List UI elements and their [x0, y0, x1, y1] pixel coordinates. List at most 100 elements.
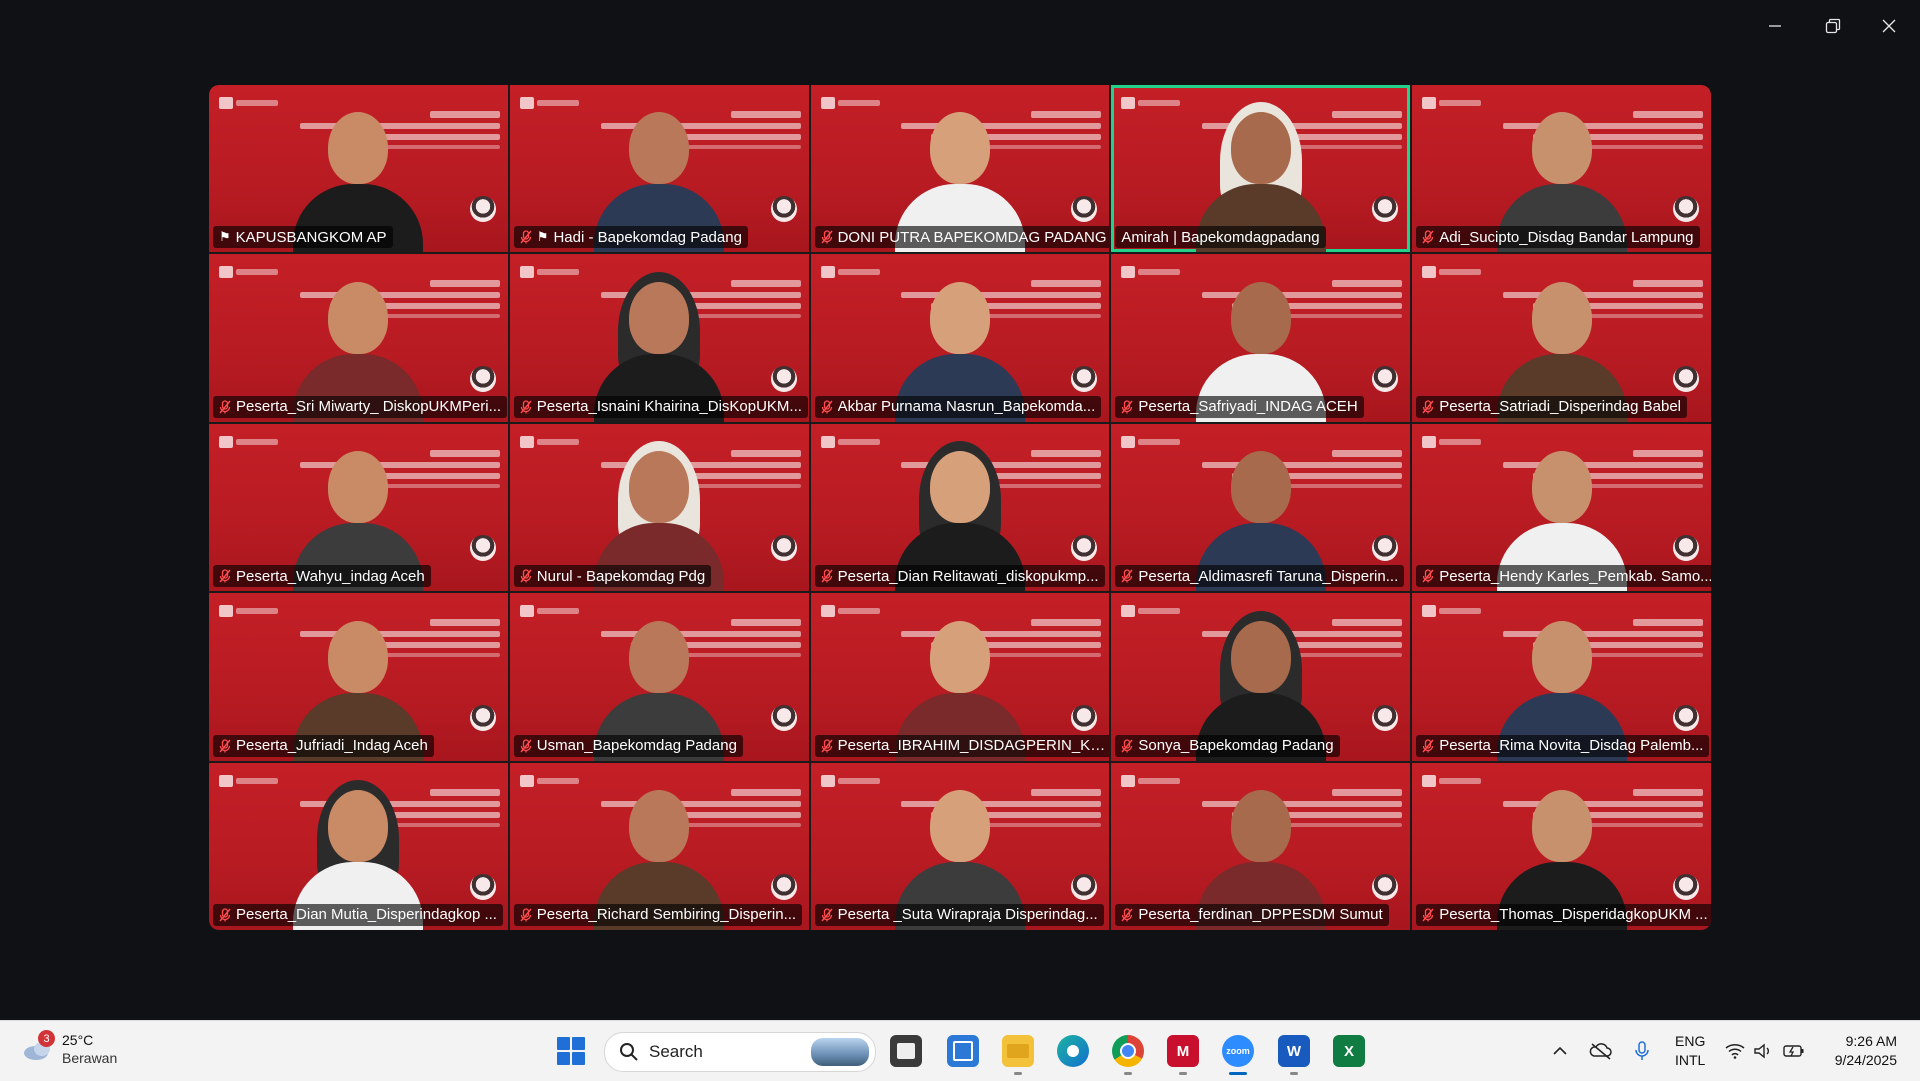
- participant-name: Peserta_Dian Relitawati_diskopukmp...: [837, 567, 1099, 585]
- participant-tile[interactable]: Peserta_Isnaini Khairina_DisKopUKM...: [509, 254, 809, 422]
- taskbar-app-file-manager[interactable]: [890, 1035, 922, 1067]
- participant-tile[interactable]: Peserta_Sri Miwarty_ DiskopUKMPeri...: [209, 254, 508, 422]
- participant-tile[interactable]: Amirah | Bapekomdagpadang: [1111, 85, 1411, 253]
- participant-tile[interactable]: Peserta_Wahyu_indag Aceh: [209, 423, 508, 592]
- mascot-icon: [1071, 196, 1098, 223]
- participant-name-bar: Peserta_Wahyu_indag Aceh: [213, 565, 431, 588]
- participant-tile[interactable]: Peserta_Safriyadi_INDAG ACEH: [1111, 254, 1411, 422]
- participant-name-bar: Sonya_Bapekomdag Padang: [1115, 734, 1340, 757]
- participant-name: Hadi - Bapekomdag Padang: [553, 228, 742, 246]
- participant-name: Usman_Bapekomdag Padang: [536, 737, 737, 755]
- participant-tile[interactable]: Akbar Purnama Nasrun_Bapekomda...: [810, 254, 1110, 422]
- close-button[interactable]: [1866, 8, 1912, 44]
- participant-tile[interactable]: Sonya_Bapekomdag Padang: [1111, 593, 1411, 761]
- mascot-icon: [1071, 704, 1098, 731]
- ministry-logo: [1422, 95, 1482, 111]
- show-hidden-icons-button[interactable]: [1548, 1035, 1572, 1067]
- mascot-icon: [770, 704, 797, 731]
- participant-name: Peserta_Satriadi_Disperindag Babel: [1439, 398, 1682, 416]
- mascot-icon: [1372, 196, 1399, 223]
- participant-tile[interactable]: Peserta_Richard Sembiring_Disperin...: [509, 762, 809, 930]
- mic-muted-icon: [520, 908, 532, 922]
- minimize-button[interactable]: [1752, 8, 1798, 44]
- ministry-logo: [820, 773, 881, 789]
- participant-tile[interactable]: Peserta_IBRAHIM_DISDAGPERIN_KA...: [810, 593, 1110, 761]
- participant-tile[interactable]: ⚑ KAPUSBANGKOM AP: [209, 85, 508, 253]
- mascot-icon: [1372, 873, 1399, 900]
- clock-date: 9/24/2025: [1834, 1052, 1897, 1068]
- taskbar-app-zoom[interactable]: zoom: [1222, 1035, 1254, 1075]
- ministry-logo: [820, 95, 881, 111]
- participant-name-bar: Peserta_Richard Sembiring_Disperin...: [513, 903, 803, 926]
- participant-tile[interactable]: Peserta_Thomas_DisperidagkopUKM ...: [1412, 762, 1711, 930]
- taskbar-app-excel[interactable]: X: [1333, 1035, 1365, 1067]
- participant-name: Peserta_Isnaini Khairina_DisKopUKM...: [536, 398, 802, 416]
- participant-name-bar: Peserta_Isnaini Khairina_DisKopUKM...: [513, 395, 808, 418]
- participant-tile[interactable]: ⚑ Hadi - Bapekomdag Padang: [509, 85, 809, 253]
- participant-tile[interactable]: Peserta_Aldimasrefi Taruna_Disperin...: [1111, 423, 1411, 592]
- participant-tile[interactable]: Peserta_Rima Novita_Disdag Palemb...: [1412, 593, 1711, 761]
- participant-tile[interactable]: Peserta_Hendy Karles_Pemkab. Samo...: [1412, 423, 1711, 592]
- microphone-in-use-button[interactable]: [1630, 1035, 1654, 1067]
- mascot-icon: [469, 873, 496, 900]
- taskbar-search[interactable]: Search: [604, 1032, 876, 1072]
- participant-name: Peserta_IBRAHIM_DISDAGPERIN_KA...: [837, 737, 1110, 755]
- onedrive-status-button[interactable]: [1587, 1035, 1615, 1067]
- store-icon: [953, 1041, 973, 1061]
- input-language-indicator[interactable]: ENG INTL: [1675, 1032, 1705, 1070]
- participant-tile[interactable]: Peserta_Dian Relitawati_diskopukmp...: [810, 423, 1110, 592]
- participant-tile[interactable]: Peserta _Suta Wirapraja Disperindag...: [810, 762, 1110, 930]
- participant-name: Peserta_Thomas_DisperidagkopUKM ...: [1439, 906, 1708, 924]
- taskbar: 3 25°C Berawan Search M zoom W X ENG INT…: [0, 1020, 1920, 1081]
- participant-name-bar: Adi_Sucipto_Disdag Bandar Lampung: [1416, 226, 1700, 249]
- participant-name-bar: Peserta_Dian Relitawati_diskopukmp...: [814, 565, 1105, 588]
- video-gallery: ⚑ KAPUSBANGKOM AP ⚑ Hadi - Bapekomdag Padan…: [209, 85, 1711, 930]
- network-button[interactable]: [1723, 1035, 1747, 1067]
- participant-tile[interactable]: Peserta_Dian Mutia_Disperindagkop ...: [209, 762, 508, 930]
- ministry-logo: [1121, 264, 1181, 280]
- participant-tile[interactable]: Peserta_Satriadi_Disperindag Babel: [1412, 254, 1711, 422]
- participant-tile[interactable]: DONI PUTRA BAPEKOMDAG PADANG: [810, 85, 1110, 253]
- participant-tile[interactable]: Peserta_ferdinan_DPPESDM Sumut: [1111, 762, 1411, 930]
- taskbar-app-mcafee[interactable]: M: [1167, 1035, 1199, 1075]
- start-button[interactable]: [557, 1037, 585, 1065]
- mic-muted-icon: [520, 400, 532, 414]
- mascot-icon: [1372, 535, 1399, 562]
- mic-muted-icon: [1422, 400, 1434, 414]
- weather-widget[interactable]: 3 25°C Berawan: [22, 1030, 117, 1067]
- minimize-icon: [1769, 25, 1781, 27]
- participant-name: Peserta_Safriyadi_INDAG ACEH: [1138, 398, 1358, 416]
- taskbar-app-edge[interactable]: [1057, 1035, 1089, 1067]
- participant-tile[interactable]: Adi_Sucipto_Disdag Bandar Lampung: [1412, 85, 1711, 253]
- ministry-logo: [219, 434, 279, 450]
- taskbar-app-store[interactable]: [947, 1035, 979, 1067]
- wifi-icon: [1725, 1044, 1745, 1059]
- mcafee-icon: M: [1176, 1042, 1190, 1060]
- ministry-logo: [1422, 264, 1482, 280]
- battery-button[interactable]: [1781, 1035, 1807, 1067]
- participant-tile[interactable]: Usman_Bapekomdag Padang: [509, 593, 809, 761]
- participant-tile[interactable]: Nurul - Bapekomdag Pdg: [509, 423, 809, 592]
- ministry-logo: [1121, 95, 1181, 111]
- chevron-up-icon: [1553, 1046, 1567, 1055]
- participant-name: Peserta_Aldimasrefi Taruna_Disperin...: [1138, 567, 1399, 585]
- ministry-logo: [219, 603, 279, 619]
- participant-name: Peserta_Sri Miwarty_ DiskopUKMPeri...: [236, 398, 502, 416]
- taskbar-app-word[interactable]: W: [1278, 1035, 1310, 1075]
- participant-tile[interactable]: Peserta_Jufriadi_Indag Aceh: [209, 593, 508, 761]
- ministry-logo: [519, 434, 580, 450]
- mascot-icon: [1071, 873, 1098, 900]
- mic-muted-icon: [821, 400, 833, 414]
- restore-button[interactable]: [1810, 8, 1856, 44]
- mascot-icon: [469, 535, 496, 562]
- search-label: Search: [649, 1042, 703, 1061]
- volume-button[interactable]: [1751, 1035, 1775, 1067]
- taskbar-app-chrome[interactable]: [1112, 1035, 1144, 1075]
- taskbar-clock[interactable]: 9:26 AM 9/24/2025: [1815, 1032, 1897, 1070]
- participant-name: Peserta_ferdinan_DPPESDM Sumut: [1138, 906, 1383, 924]
- taskbar-app-folder[interactable]: [1002, 1035, 1034, 1075]
- mascot-icon: [469, 704, 496, 731]
- speaker-icon: [1754, 1043, 1769, 1059]
- windows-logo-icon: [557, 1037, 570, 1050]
- participant-name-bar: Peserta_Satriadi_Disperindag Babel: [1416, 395, 1688, 418]
